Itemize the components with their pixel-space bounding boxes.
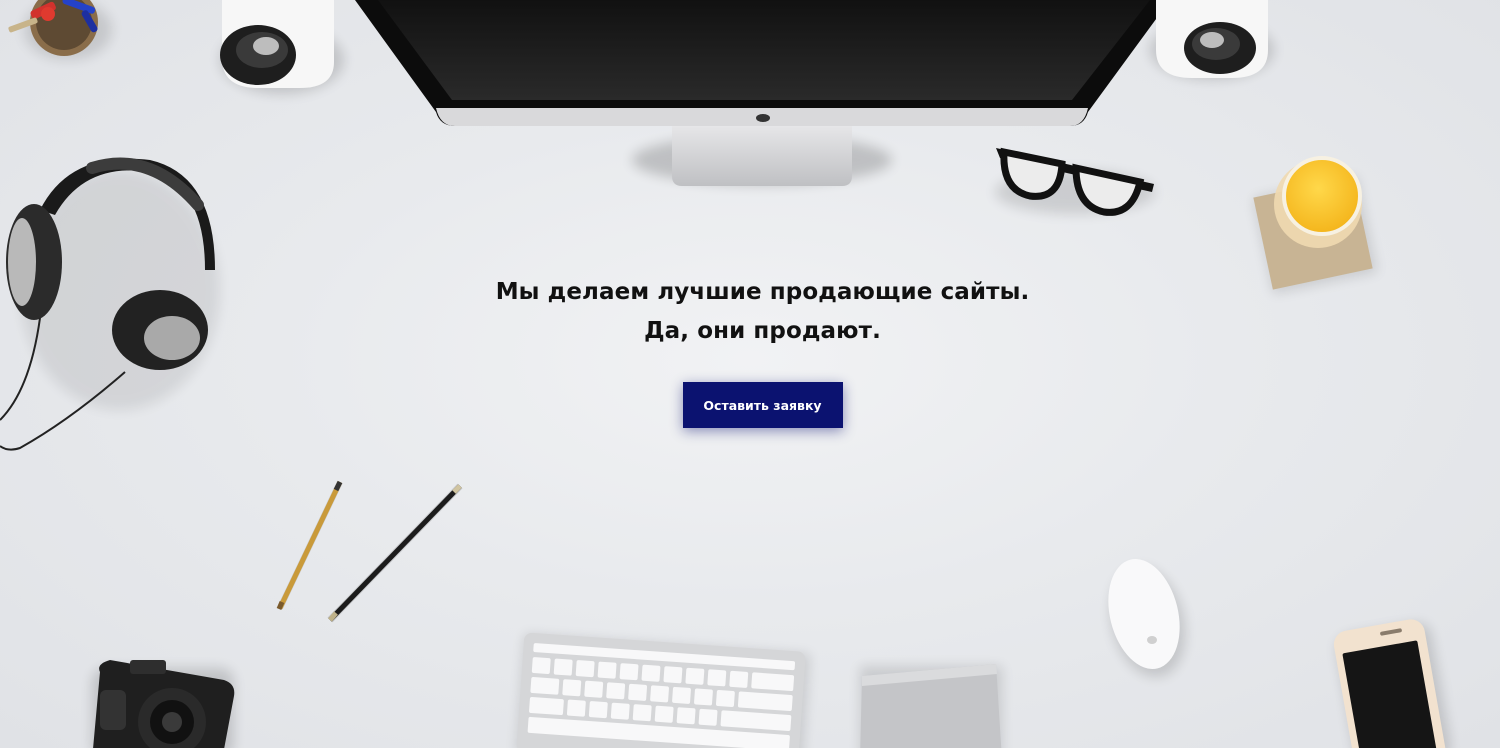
pencil-icon xyxy=(276,480,343,610)
hero-section: Мы делаем лучшие продающие сайты. Да, он… xyxy=(0,0,1500,748)
headline: Мы делаем лучшие продающие сайты. Да, он… xyxy=(0,273,1500,351)
pen-cup-icon xyxy=(8,0,112,60)
keyboard-icon xyxy=(516,632,810,748)
speaker-right-icon xyxy=(1150,0,1274,80)
headline-line1: Мы делаем лучшие продающие сайты. xyxy=(495,279,1030,305)
headline-line2: Да, они продают. xyxy=(644,318,881,344)
submit-request-button[interactable]: Оставить заявку xyxy=(682,382,843,428)
camera-icon xyxy=(92,660,235,748)
glasses-icon xyxy=(995,147,1155,216)
smartphone-icon xyxy=(1333,619,1452,748)
mouse-icon xyxy=(1108,559,1186,678)
pencil-icon xyxy=(327,483,463,623)
trackpad-icon xyxy=(860,664,1002,748)
hero-content: Мы делаем лучшие продающие сайты. Да, он… xyxy=(0,273,1500,428)
speaker-left-icon xyxy=(220,0,344,94)
